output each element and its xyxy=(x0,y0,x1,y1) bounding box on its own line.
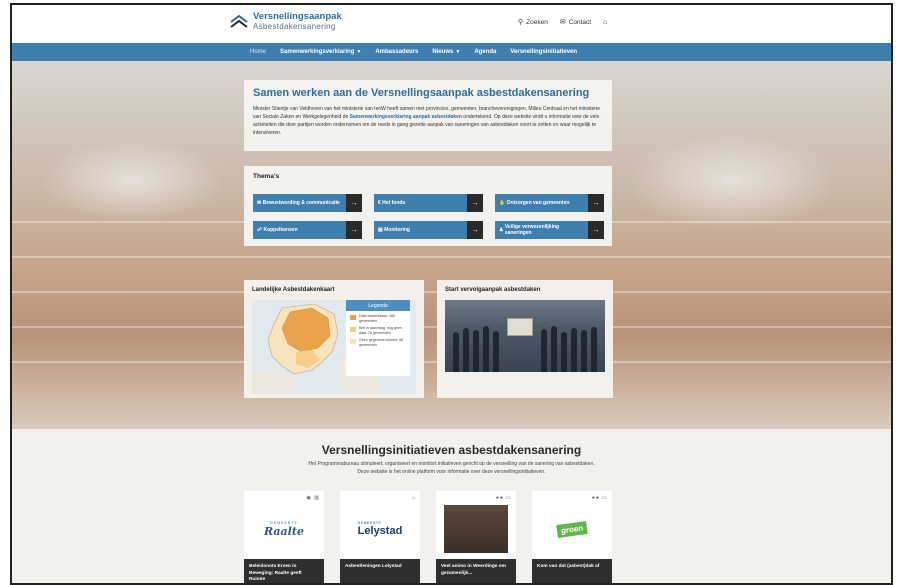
nav-item-nieuws[interactable]: Nieuws ▼ xyxy=(425,43,467,61)
initiatives-title: Versnellingsinitiatieven asbestdakensane… xyxy=(321,443,582,457)
group-photo xyxy=(445,300,605,372)
theme-fonds-button[interactable]: € Het fonds → xyxy=(374,194,483,212)
envelope-icon: ✉ xyxy=(559,19,566,26)
raalte-logo: GEMEENTE Raalte xyxy=(264,520,304,538)
nav-item-versnellingsinitiatieven[interactable]: Versnellingsinitiatieven xyxy=(503,43,584,61)
themes-panel: Thema's ✉ Bewustwording & communicatie →… xyxy=(244,166,612,246)
legend-title: Legenda xyxy=(346,300,410,311)
arrow-right-icon: → xyxy=(588,221,604,239)
arrow-right-icon: → xyxy=(467,221,483,239)
browser-frame: Versnellingsaanpak Asbestdakensanering ⚲… xyxy=(10,3,893,585)
initiatives-list: ◉ ▥ GEMEENTE Raalte Beleidsnota Erven in… xyxy=(244,491,612,583)
search-label: Zoeken xyxy=(526,19,548,26)
roof-logo-icon xyxy=(230,15,248,28)
category-icons: ⌂ xyxy=(411,495,416,501)
site-header: Versnellingsaanpak Asbestdakensanering ⚲… xyxy=(12,5,891,43)
arrow-right-icon: → xyxy=(588,194,604,212)
legend-item: Wel in aanvraag, nog geen data: 76 gemee… xyxy=(346,323,410,335)
netherlands-map[interactable]: Legenda Data beschikbaar: 180 gemeenten … xyxy=(252,300,416,394)
start-vervolgaanpak-card[interactable]: Start vervolgaanpak asbestdaken xyxy=(437,280,613,398)
contact-label: Contact xyxy=(568,19,592,26)
legend-item: Data beschikbaar: 180 gemeenten xyxy=(346,311,410,323)
nav-item-agenda[interactable]: Agenda xyxy=(467,43,503,61)
search-icon: ⚲ xyxy=(518,19,524,26)
initiative-caption: Veel animo in Weerdinge om gezamenlijk..… xyxy=(436,559,516,583)
home-link[interactable]: ⌂ xyxy=(603,19,607,26)
theme-ontzorgen-button[interactable]: ✋ Ontzorgen van gemeenten → xyxy=(495,194,604,212)
initiative-card-raalte[interactable]: ◉ ▥ GEMEENTE Raalte Beleidsnota Erven in… xyxy=(244,491,324,583)
chevron-down-icon: ▼ xyxy=(356,49,362,55)
page-title: Samen werken aan de Versnellingsaanpak a… xyxy=(253,87,590,99)
nav-item-home[interactable]: Home xyxy=(243,43,273,61)
home-icon: ⌂ xyxy=(603,19,608,26)
category-icons: ◉ ▥ xyxy=(306,495,320,501)
category-icons: ●● ▭ xyxy=(495,495,512,501)
initiative-card-lelystad[interactable]: ⌂ GEMEENTE Lelystad Asbestleningen Lelys… xyxy=(340,491,420,583)
nav-item-ambassadeurs[interactable]: Ambassadeurs xyxy=(368,43,425,61)
arrow-right-icon: → xyxy=(467,194,483,212)
initiative-card-groen-geregeld[interactable]: ●● ▭ groen Kom van dat (asbest)dak af xyxy=(532,491,612,583)
initiatives-subtitle: Het Programmabureau stimuleert, organise… xyxy=(308,461,595,475)
initiative-card-weerdinge[interactable]: ●● ▭ Veel animo in Weerdinge om gezamenl… xyxy=(436,491,516,583)
groen-logo: groen xyxy=(540,505,604,553)
arrow-right-icon: → xyxy=(346,221,362,239)
site-logo[interactable]: Versnellingsaanpak Asbestdakensanering xyxy=(230,12,342,32)
nav-item-samenwerkingsverklaring[interactable]: Samenwerkingsverklaring ▼ xyxy=(273,43,368,61)
intro-text: Minister Stientje van Veldhoven van het … xyxy=(253,106,600,136)
main-nav: Home Samenwerkingsverklaring ▼ Ambassadeu… xyxy=(12,43,891,61)
theme-koppelkansen-button[interactable]: ☍ Koppelkansen → xyxy=(253,221,362,239)
signing-banner xyxy=(507,318,533,336)
category-icons: ●● ▭ xyxy=(591,495,608,501)
theme-veilige-sanering-button[interactable]: ♟ Veilige verwezenlijking saneringen → xyxy=(495,221,604,239)
arrow-right-icon: → xyxy=(346,194,362,212)
initiative-caption: Asbestleningen Lelystad xyxy=(340,559,420,583)
logo-subtitle: Asbestdakensanering xyxy=(253,22,336,31)
samenwerkingsverklaring-link[interactable]: Samenwerkingsverklaring aanpak asbestdak… xyxy=(350,114,462,120)
logo-title: Versnellingsaanpak xyxy=(253,11,342,22)
map-legend: Legenda Data beschikbaar: 180 gemeenten … xyxy=(346,300,410,376)
search-link[interactable]: ⚲ Zoeken xyxy=(518,19,548,26)
initiative-caption: Kom van dat (asbest)dak af xyxy=(532,559,612,583)
lelystad-logo: GEMEENTE Lelystad xyxy=(357,521,403,537)
themes-title: Thema's xyxy=(253,173,280,180)
start-card-title: Start vervolgaanpak asbestdaken xyxy=(445,287,541,293)
contact-link[interactable]: ✉ Contact xyxy=(560,19,591,26)
asbestdakenkaart-card[interactable]: Landelijke Asbestdakenkaart Legenda Data… xyxy=(244,280,424,398)
initiative-caption: Beleidsnota Erven in Beweging: Raalte ge… xyxy=(244,559,324,583)
chevron-down-icon: ▼ xyxy=(455,49,461,55)
theme-bewustwording-button[interactable]: ✉ Bewustwording & communicatie → xyxy=(253,194,362,212)
handshake-icon: ✋ xyxy=(499,199,507,206)
meeting-photo xyxy=(444,505,508,553)
legend-item: Geen gegevens bekend: 96 gemeenten xyxy=(346,335,410,347)
map-card-title: Landelijke Asbestdakenkaart xyxy=(252,287,335,293)
intro-panel: Samen werken aan de Versnellingsaanpak a… xyxy=(244,80,612,151)
theme-monitoring-button[interactable]: ▤ Monitoring → xyxy=(374,221,483,239)
